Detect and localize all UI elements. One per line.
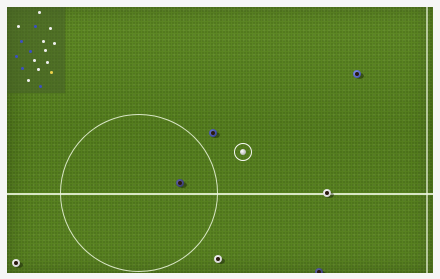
centre-circle: [60, 114, 218, 272]
touchline: [426, 7, 428, 273]
player-blue-2[interactable]: [208, 128, 220, 138]
player-head: [317, 270, 321, 273]
player-white-1[interactable]: [322, 188, 334, 198]
minimap-dot-blue: [39, 85, 42, 88]
minimap-dot-white: [38, 11, 41, 14]
minimap-dot-white: [49, 27, 52, 30]
player-head: [355, 72, 359, 76]
minimap-dot-white: [17, 25, 20, 28]
minimap-dot-blue: [29, 50, 32, 53]
player-head: [211, 131, 215, 135]
player-dark-2[interactable]: [314, 267, 326, 273]
minimap-dot-blue: [34, 25, 37, 28]
player-white-3[interactable]: [11, 258, 23, 268]
minimap-dot-white: [27, 79, 30, 82]
player-dark-1[interactable]: [175, 178, 187, 188]
player-head: [325, 191, 329, 195]
minimap-dot-yellow: [50, 71, 53, 74]
football-pitch[interactable]: [7, 7, 433, 273]
player-head: [14, 261, 18, 265]
ball[interactable]: [240, 149, 246, 155]
radar-minimap[interactable]: [7, 7, 65, 93]
minimap-dot-white: [42, 40, 45, 43]
player-blue-1[interactable]: [352, 69, 364, 79]
minimap-dot-white: [53, 42, 56, 45]
minimap-dot-blue: [21, 67, 24, 70]
minimap-dot-blue: [15, 55, 18, 58]
minimap-dot-white: [44, 49, 47, 52]
player-head: [178, 181, 182, 185]
minimap-dot-blue: [20, 40, 23, 43]
minimap-dot-white: [33, 59, 36, 62]
player-head: [216, 257, 220, 261]
minimap-dot-white: [46, 61, 49, 64]
game-frame: [0, 0, 440, 279]
minimap-dot-white: [37, 68, 40, 71]
player-white-2[interactable]: [213, 254, 225, 264]
